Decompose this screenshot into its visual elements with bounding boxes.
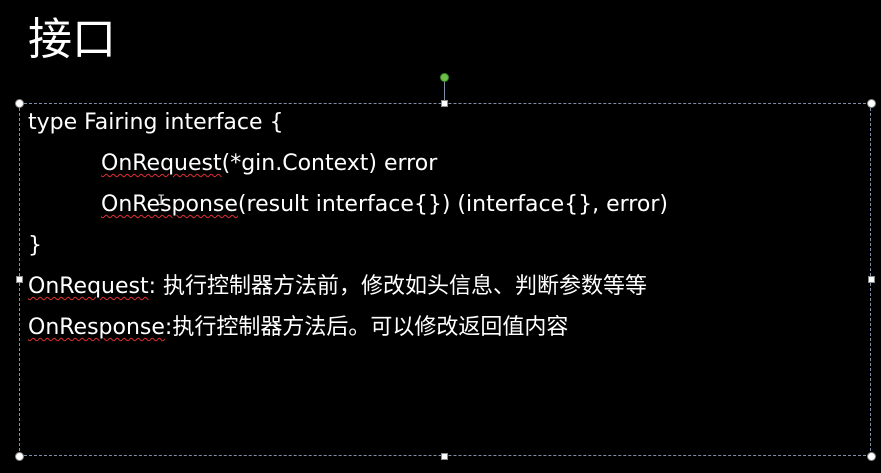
resize-handle-bottom-center[interactable] (441, 453, 448, 460)
code-line-type-decl: type Fairing interface { (28, 110, 284, 135)
resize-handle-top-center[interactable] (441, 100, 448, 107)
note-onrequest-name: OnRequest (28, 274, 149, 299)
code-line-onrequest: OnRequest(*gin.Context) error (101, 149, 437, 179)
note-onresponse-name: OnResponse (28, 315, 165, 340)
onresponse-signature: (result interface{}) (interface{}, error… (237, 192, 668, 217)
onrequest-signature: (*gin.Context) error (221, 151, 438, 176)
onresponse-method-name: OnResponse (101, 192, 238, 217)
resize-handle-middle-right[interactable] (868, 276, 875, 283)
resize-handle-bottom-left[interactable] (15, 452, 24, 461)
rotate-handle-stem (444, 82, 445, 100)
resize-handle-top-left[interactable] (15, 99, 24, 108)
text-cursor-icon: I (157, 193, 166, 209)
resize-handle-bottom-right[interactable] (867, 452, 876, 461)
resize-handle-top-right[interactable] (867, 99, 876, 108)
note-onresponse: OnResponse:执行控制器方法后。可以修改返回值内容 (28, 313, 568, 343)
note-onrequest-desc: : 执行控制器方法前，修改如头信息、判断参数等等 (148, 274, 648, 299)
onrequest-method-name: OnRequest (101, 151, 222, 176)
note-onresponse-desc: :执行控制器方法后。可以修改返回值内容 (164, 315, 569, 340)
rotate-handle[interactable] (440, 73, 449, 82)
code-line-close-brace: } (28, 233, 42, 258)
resize-handle-middle-left[interactable] (16, 276, 23, 283)
note-onrequest: OnRequest: 执行控制器方法前，修改如头信息、判断参数等等 (28, 272, 647, 302)
slide-title[interactable]: 接口 (28, 12, 116, 68)
code-line-onresponse: OnResponse(result interface{}) (interfac… (101, 190, 668, 220)
